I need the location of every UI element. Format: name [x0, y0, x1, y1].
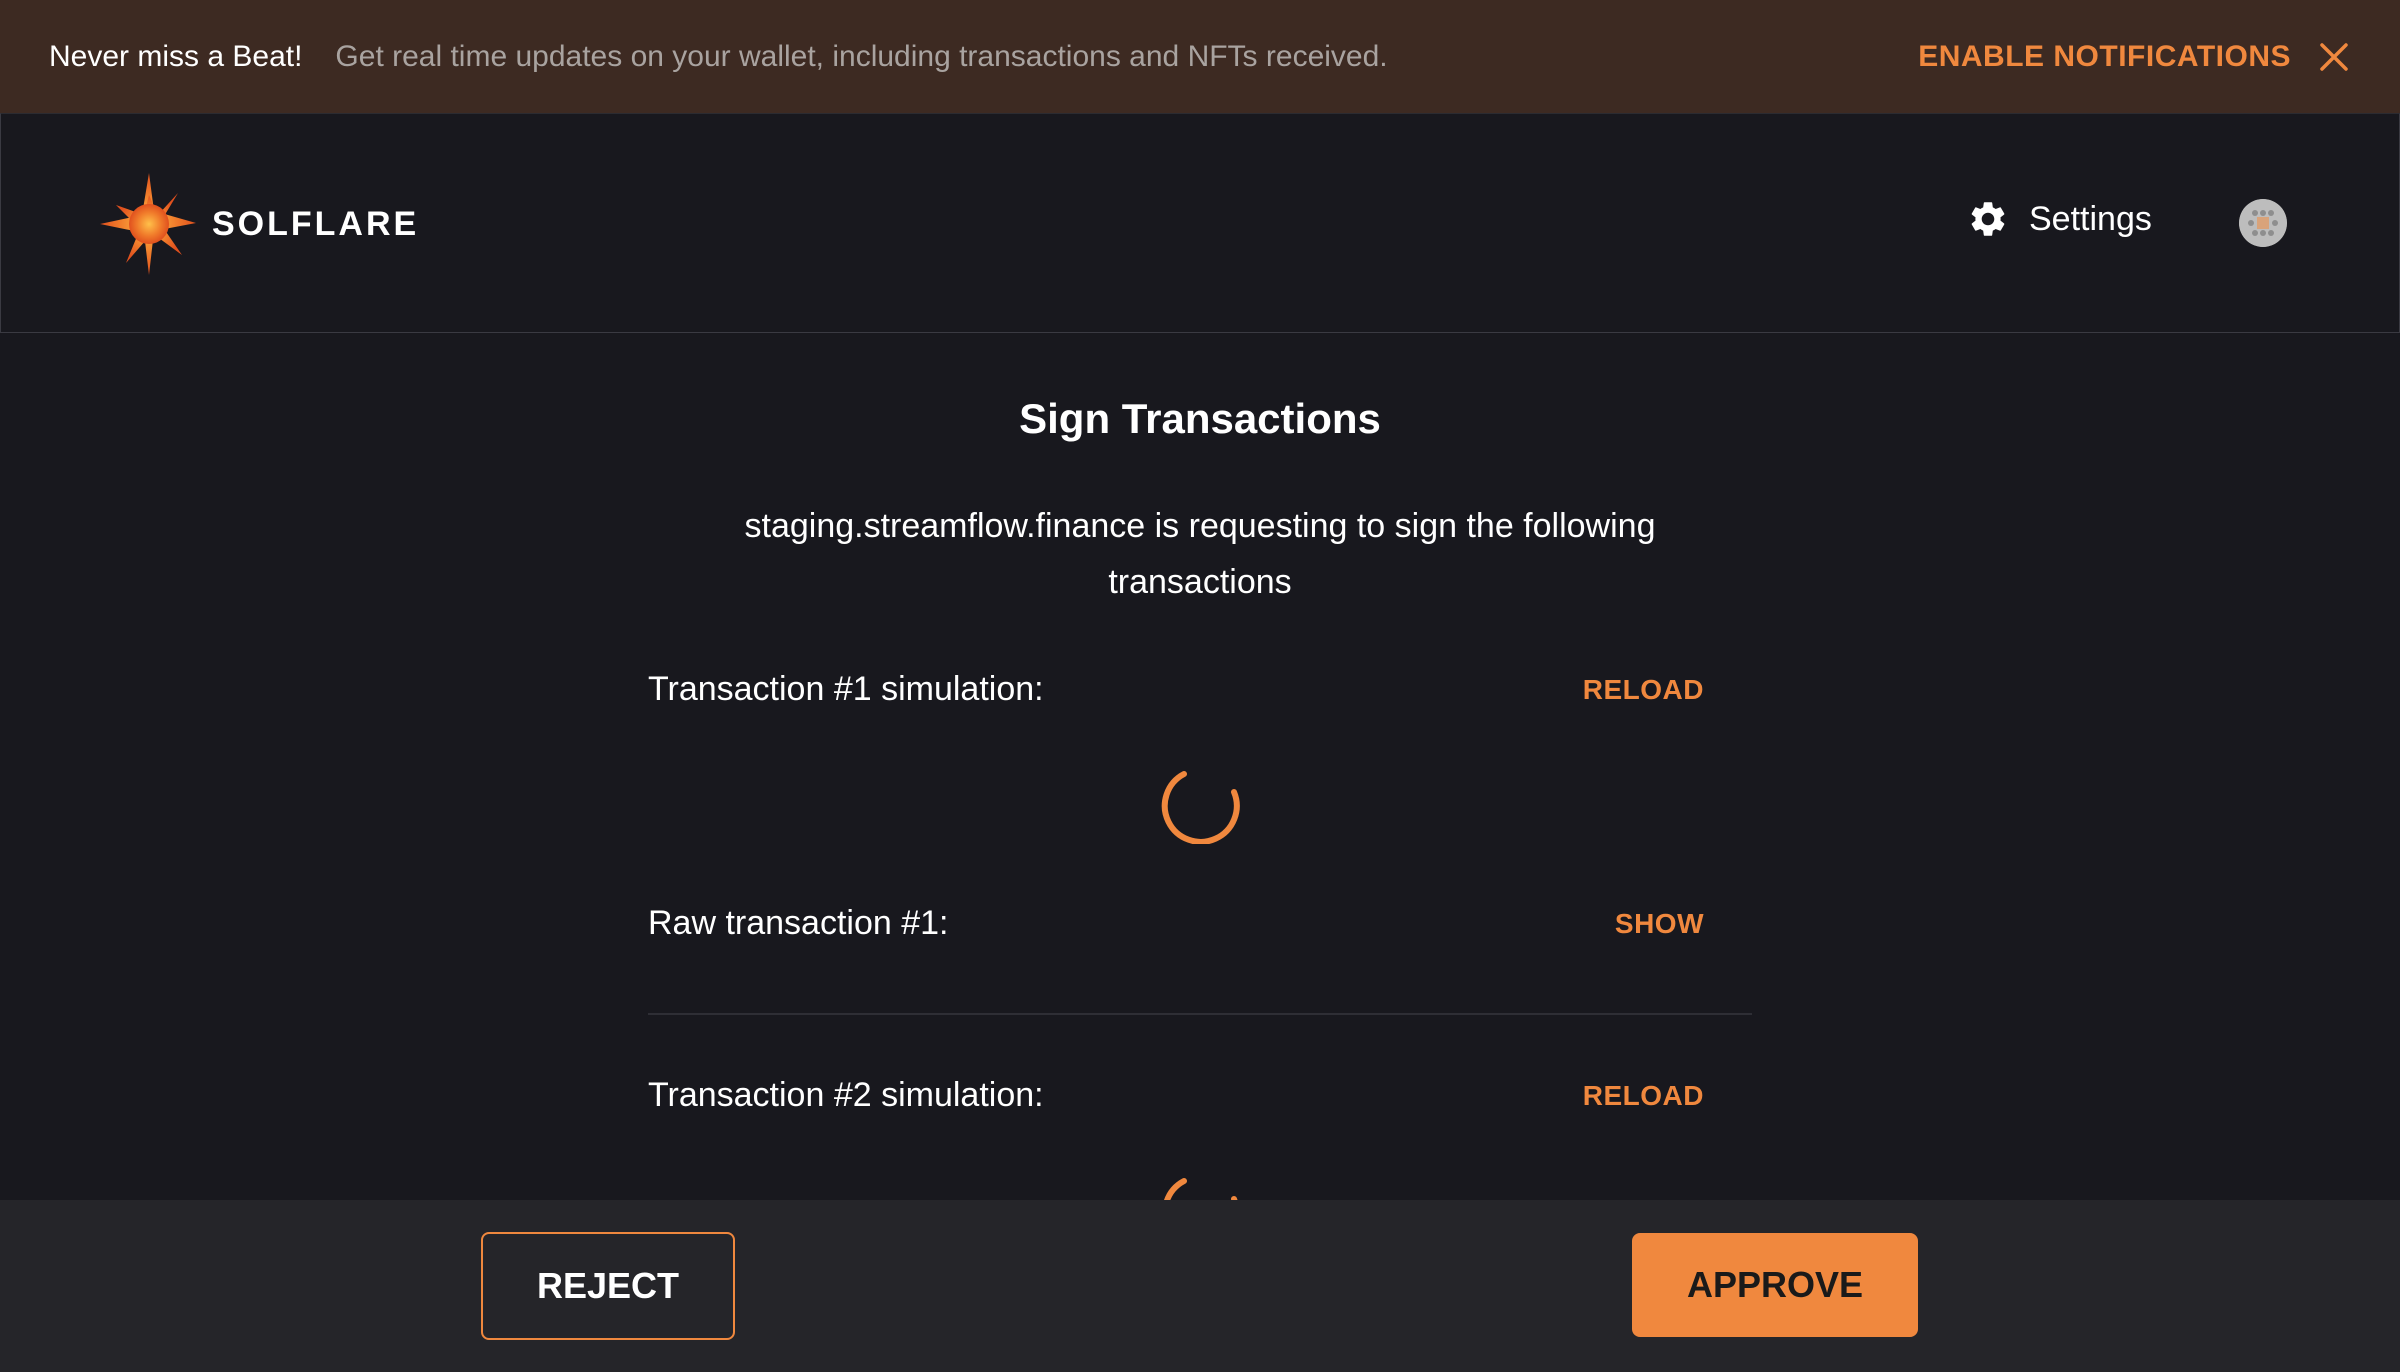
- settings-label: Settings: [2029, 199, 2152, 238]
- loading-spinner-icon: [1161, 771, 1240, 844]
- transaction-1-simulation-row: Transaction #1 simulation: RELOAD: [648, 670, 1704, 709]
- transaction-2-reload-button[interactable]: RELOAD: [1583, 1080, 1704, 1112]
- raw-transaction-1-label: Raw transaction #1:: [648, 904, 949, 942]
- transaction-1-simulation-label: Transaction #1 simulation:: [648, 670, 1044, 708]
- request-description: staging.streamflow.finance is requesting…: [680, 498, 1720, 610]
- action-footer: REJECT APPROVE: [0, 1200, 2400, 1372]
- page-title: Sign Transactions: [1019, 395, 1381, 442]
- banner-text: Get real time updates on your wallet, in…: [335, 39, 1388, 73]
- approve-button[interactable]: APPROVE: [1632, 1233, 1918, 1337]
- raw-transaction-1-row: Raw transaction #1: SHOW: [648, 904, 1704, 943]
- enable-notifications-button[interactable]: ENABLE NOTIFICATIONS: [1918, 40, 2291, 74]
- settings-button[interactable]: Settings: [1967, 198, 2152, 240]
- request-description-line1: staging.streamflow.finance is requesting…: [744, 507, 1656, 545]
- gear-icon: [1971, 202, 2005, 236]
- request-description-line2: transactions: [1108, 563, 1292, 601]
- logo-text: SOLFLARE: [212, 204, 420, 243]
- transaction-divider: [648, 1013, 1752, 1015]
- app-header: SOLFLARE Settings: [0, 113, 2400, 333]
- solflare-logo[interactable]: SOLFLARE: [96, 171, 419, 277]
- avatar[interactable]: [2239, 199, 2287, 247]
- banner-title: Never miss a Beat!: [49, 39, 303, 73]
- reject-button[interactable]: REJECT: [481, 1232, 735, 1340]
- avatar-pattern: [2239, 199, 2287, 247]
- solflare-star-icon: [100, 173, 196, 275]
- raw-transaction-1-show-button[interactable]: SHOW: [1615, 908, 1704, 940]
- transaction-2-simulation-row: Transaction #2 simulation: RELOAD: [648, 1076, 1704, 1115]
- close-icon[interactable]: [2317, 40, 2351, 74]
- transaction-2-simulation-label: Transaction #2 simulation:: [648, 1076, 1044, 1114]
- notification-banner: Never miss a Beat! Get real time updates…: [0, 0, 2400, 113]
- transaction-1-reload-button[interactable]: RELOAD: [1583, 674, 1704, 706]
